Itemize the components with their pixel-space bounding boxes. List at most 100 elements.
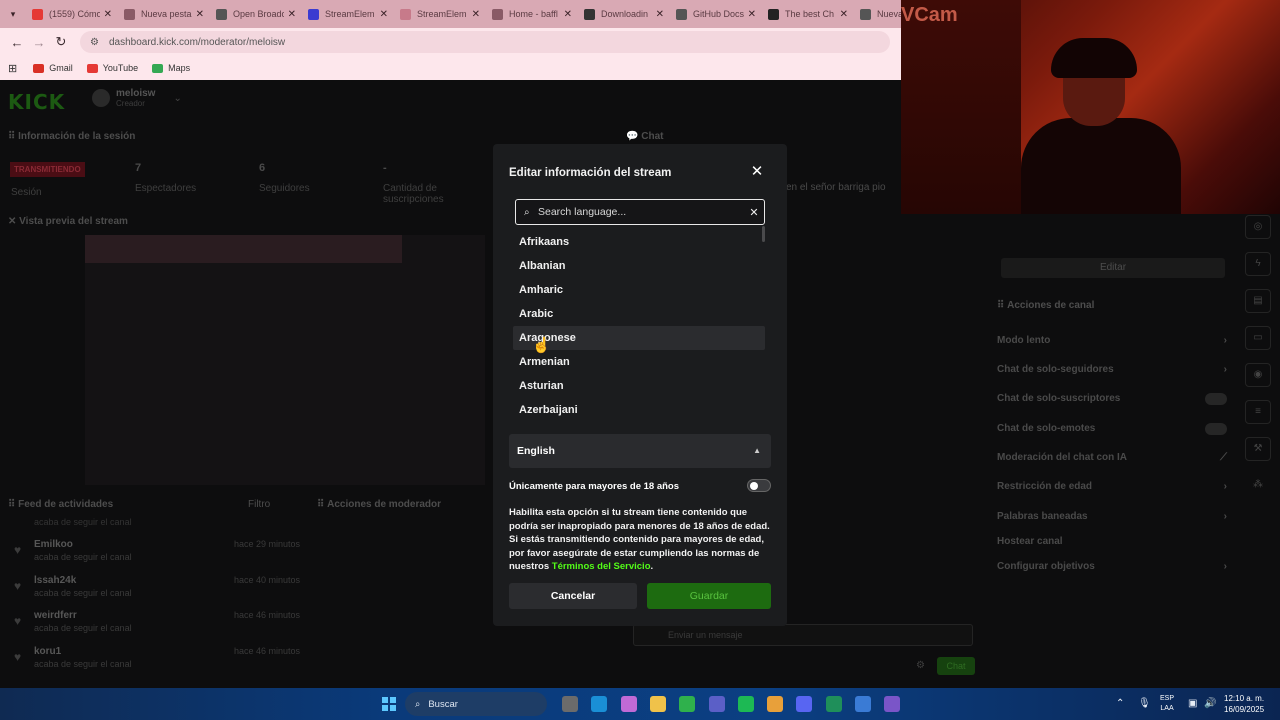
app-blue-icon[interactable] [855, 696, 871, 712]
browser-tab[interactable]: The best Ch ✕ [762, 0, 854, 28]
discord-icon[interactable] [796, 696, 813, 712]
user-menu[interactable]: meloisw Creador ⌄ [92, 88, 182, 108]
list-scrollbar[interactable] [762, 226, 765, 242]
language-option[interactable]: Afrikaans [513, 230, 765, 254]
drag-handle-icon[interactable]: ⠿ [997, 300, 1007, 311]
browser-tab[interactable]: StreamElem ✕ [394, 0, 486, 28]
document-icon[interactable]: ▤ [1245, 289, 1271, 313]
edge-icon[interactable] [591, 696, 608, 712]
tab-close-icon[interactable]: ✕ [196, 9, 204, 20]
language-option[interactable]: Arabic [513, 302, 765, 326]
toggle-switch[interactable] [1205, 393, 1227, 405]
clock[interactable]: 12:10 a. m. 16/09/2025 [1224, 693, 1264, 715]
language-option[interactable]: Albanian [513, 254, 765, 278]
browser-tab[interactable]: Nueva [854, 0, 901, 28]
bolt-icon[interactable]: ϟ [1245, 252, 1271, 276]
copilot-icon[interactable] [620, 696, 637, 712]
bookmark-maps[interactable]: Maps [152, 63, 190, 73]
gear-icon[interactable]: ⚙ [916, 660, 925, 671]
chrome-active-icon[interactable] [767, 696, 784, 712]
browser-tab[interactable]: (1559) Cómo ✕ [26, 0, 118, 28]
tab-close-icon[interactable]: ✕ [564, 9, 572, 20]
browser-tab[interactable]: StreamElem ✕ [302, 0, 394, 28]
chevron-down-icon[interactable]: ⌄ [173, 93, 181, 104]
chat-title: 💬 Chat [626, 131, 664, 142]
browser-tab[interactable]: Home - baffl ✕ [486, 0, 578, 28]
channel-action-goals[interactable]: Configurar objetivos › [997, 561, 1227, 572]
forward-arrow-icon[interactable]: → [28, 35, 50, 50]
list-icon[interactable]: ≡ [1245, 400, 1271, 424]
browser-tab[interactable]: Open Broadc ✕ [210, 0, 302, 28]
tab-close-icon[interactable]: ✕ [380, 9, 388, 20]
channel-action-ai-moderation[interactable]: Moderación del chat con IA ⟋ [997, 452, 1227, 463]
channel-action-host[interactable]: Hostear canal [997, 536, 1227, 547]
network-icon[interactable]: ▣ [1188, 698, 1197, 709]
close-icon[interactable]: ✕ [8, 216, 19, 227]
windows-start-icon[interactable] [382, 697, 396, 711]
language-option[interactable]: Asturian [513, 374, 765, 398]
channel-action-banned-words[interactable]: Palabras baneadas › [997, 511, 1227, 522]
reload-icon[interactable]: ↻ [50, 34, 72, 50]
channel-action-followers-only[interactable]: Chat de solo-seguidores › [997, 364, 1227, 375]
adult-only-toggle[interactable] [747, 479, 771, 492]
bookmark-gmail[interactable]: Gmail [33, 63, 73, 73]
search-language-input[interactable] [538, 206, 744, 218]
spotify-icon[interactable] [737, 696, 754, 712]
cancel-button[interactable]: Cancelar [509, 583, 637, 609]
site-settings-icon[interactable]: ⚙ [90, 37, 99, 48]
drag-handle-icon[interactable]: ⠿ [8, 131, 18, 142]
save-button[interactable]: Guardar [647, 583, 771, 609]
tab-close-icon[interactable]: ✕ [748, 9, 756, 20]
chat-icon: 💬 [626, 131, 642, 142]
chat-bubble-icon[interactable]: ▭ [1245, 326, 1271, 350]
terms-of-service-link[interactable]: Términos del Servicio [552, 561, 651, 572]
tab-close-icon[interactable]: ✕ [288, 9, 296, 20]
tab-search-chevron-icon[interactable]: ▾ [0, 0, 26, 28]
edit-button[interactable]: Editar [1001, 258, 1225, 278]
clear-icon[interactable]: ✕ [744, 206, 764, 219]
browser-tab[interactable]: GitHub Docs ✕ [670, 0, 762, 28]
browser-tab[interactable]: Downloadin ✕ [578, 0, 670, 28]
chat-message-input[interactable]: Enviar un mensaje [633, 624, 973, 646]
close-icon[interactable]: ✕ [749, 164, 765, 180]
app-green-icon[interactable] [825, 696, 842, 712]
language-select[interactable]: English ▲ [509, 434, 771, 468]
language-option[interactable]: Azerbaijani [513, 398, 765, 422]
language-option[interactable]: Amharic [513, 278, 765, 302]
broadcast-icon[interactable]: ◉ [1245, 363, 1271, 387]
drag-handle-icon[interactable]: ⠿ [317, 499, 327, 510]
taskbar-search[interactable]: ⌕ Buscar [405, 692, 547, 716]
drag-handle-icon[interactable]: ⠿ [8, 499, 18, 510]
browser-tab[interactable]: Nueva pestaña ✕ [118, 0, 210, 28]
chat-send-button[interactable]: Chat [937, 657, 975, 675]
wrench-icon[interactable]: ⚒ [1245, 437, 1271, 461]
tab-close-icon[interactable]: ✕ [840, 9, 848, 20]
feed-filter-button[interactable]: Filtro [248, 499, 270, 510]
chevron-up-icon[interactable]: ⌃ [1116, 698, 1124, 709]
language-search: ⌕ ✕ [515, 199, 765, 225]
toggle-switch[interactable] [1205, 423, 1227, 435]
channel-action-slow-mode[interactable]: Modo lento › [997, 335, 1227, 346]
viewers-count: 7 [135, 162, 142, 174]
chrome-icon[interactable] [679, 696, 696, 712]
file-explorer-dark-icon[interactable] [562, 696, 578, 712]
app-purple-icon[interactable] [884, 696, 901, 712]
url-field[interactable]: ⚙ dashboard.kick.com/moderator/meloisw [80, 31, 890, 53]
clock-time: 12:10 a. m. [1224, 694, 1265, 703]
teams-icon[interactable] [708, 696, 725, 712]
volume-icon[interactable]: 🔊 [1204, 698, 1216, 709]
tab-favicon-icon [308, 8, 319, 20]
tab-close-icon[interactable]: ✕ [656, 9, 664, 20]
channel-action-age-restriction[interactable]: Restricción de edad › [997, 481, 1227, 492]
back-arrow-icon[interactable]: ← [6, 35, 28, 50]
tab-label: Nueva pestaña [141, 9, 192, 19]
tab-close-icon[interactable]: ✕ [104, 9, 112, 20]
bookmark-youtube[interactable]: YouTube [86, 63, 138, 73]
input-language[interactable]: ESP LAA [1160, 694, 1174, 714]
tab-close-icon[interactable]: ✕ [472, 9, 480, 20]
target-icon[interactable]: ◎ [1245, 215, 1271, 239]
microphone-icon[interactable]: 🎙 [1138, 698, 1151, 709]
apps-grid-icon[interactable]: ⊞ [8, 62, 17, 75]
apps-icon[interactable]: ⁂ [1245, 474, 1271, 498]
folder-icon[interactable] [649, 696, 666, 712]
